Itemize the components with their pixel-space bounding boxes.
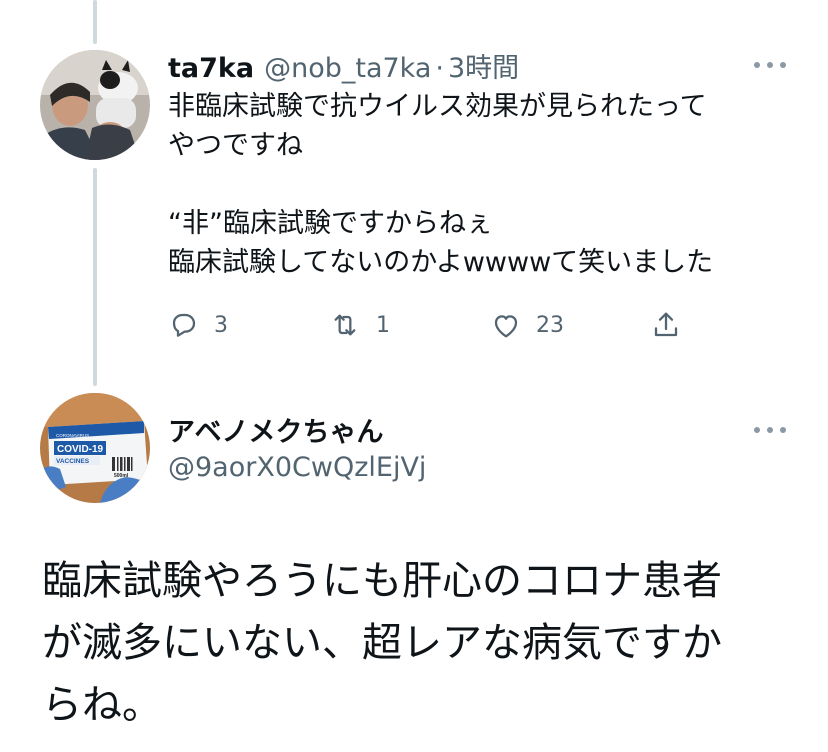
share-icon [654, 312, 678, 337]
like-button[interactable]: 23 [490, 309, 650, 341]
action-bar: 3 1 23 [168, 308, 682, 342]
main-tweet-text: 臨床試験やろうにも肝心のコロナ患者 が滅多にいない、超レアな病気ですか らね。 [42, 550, 722, 736]
reply-button[interactable]: 3 [168, 309, 328, 341]
main-text-line: が滅多にいない、超レアな病気ですか [42, 620, 722, 666]
reply-tweet[interactable]: ta7ka @nob_ta7ka · 3時間 非臨床試験で抗ウイルス効果が見られ… [0, 0, 828, 380]
reply-icon [172, 313, 196, 337]
reply-text: 非臨床試験で抗ウイルス効果が見られたって やつですね “非”臨床試験ですからねぇ… [168, 87, 713, 282]
avatar-dose-text: 500ml [114, 473, 129, 479]
avatar-title-text: COVID-19 [57, 444, 104, 455]
user-handle[interactable]: @9aorX0CwQzlEjVj [168, 452, 426, 483]
share-button[interactable] [650, 308, 682, 342]
display-name[interactable]: アベノメクちゃん [168, 410, 383, 449]
reply-text-line [168, 165, 713, 204]
retweet-button[interactable]: 1 [328, 309, 490, 341]
user-handle[interactable]: @nob_ta7ka [264, 53, 431, 84]
display-name[interactable]: ta7ka [168, 53, 254, 84]
main-tweet[interactable]: CORONAVIRUS COVID-19 VACCINES 500ml アベノメ… [0, 386, 828, 752]
retweet-count: 1 [376, 312, 390, 338]
reply-header: ta7ka @nob_ta7ka · 3時間 [168, 46, 519, 85]
main-text-line: らね。 [42, 682, 162, 728]
reply-text-line: 臨床試験してないのかよwwwwて笑いました [168, 247, 714, 278]
main-handle-row: @9aorX0CwQzlEjVj [168, 452, 426, 483]
retweet-icon [334, 314, 356, 336]
reply-text-line: やつですね [168, 130, 303, 161]
timestamp[interactable]: 3時間 [448, 46, 519, 85]
reply-text-line: “非”臨床試験ですからねぇ [168, 208, 493, 239]
reply-text-line: 非臨床試験で抗ウイルス効果が見られたって [168, 91, 707, 122]
reply-count: 3 [214, 312, 228, 338]
avatar-subtitle-text: VACCINES [56, 458, 90, 465]
avatar-small-text: CORONAVIRUS [56, 433, 89, 438]
person-with-cat-avatar[interactable] [40, 50, 150, 160]
separator: · [435, 53, 444, 84]
covid-vaccine-box-avatar[interactable]: CORONAVIRUS COVID-19 VACCINES 500ml [40, 393, 150, 503]
like-count: 23 [536, 312, 564, 338]
heart-icon [494, 315, 518, 338]
main-text-line: 臨床試験やろうにも肝心のコロナ患者 [42, 558, 722, 604]
more-options-icon[interactable] [754, 425, 786, 435]
main-display-name-row: アベノメクちゃん [168, 410, 383, 449]
more-options-icon[interactable] [754, 60, 786, 70]
